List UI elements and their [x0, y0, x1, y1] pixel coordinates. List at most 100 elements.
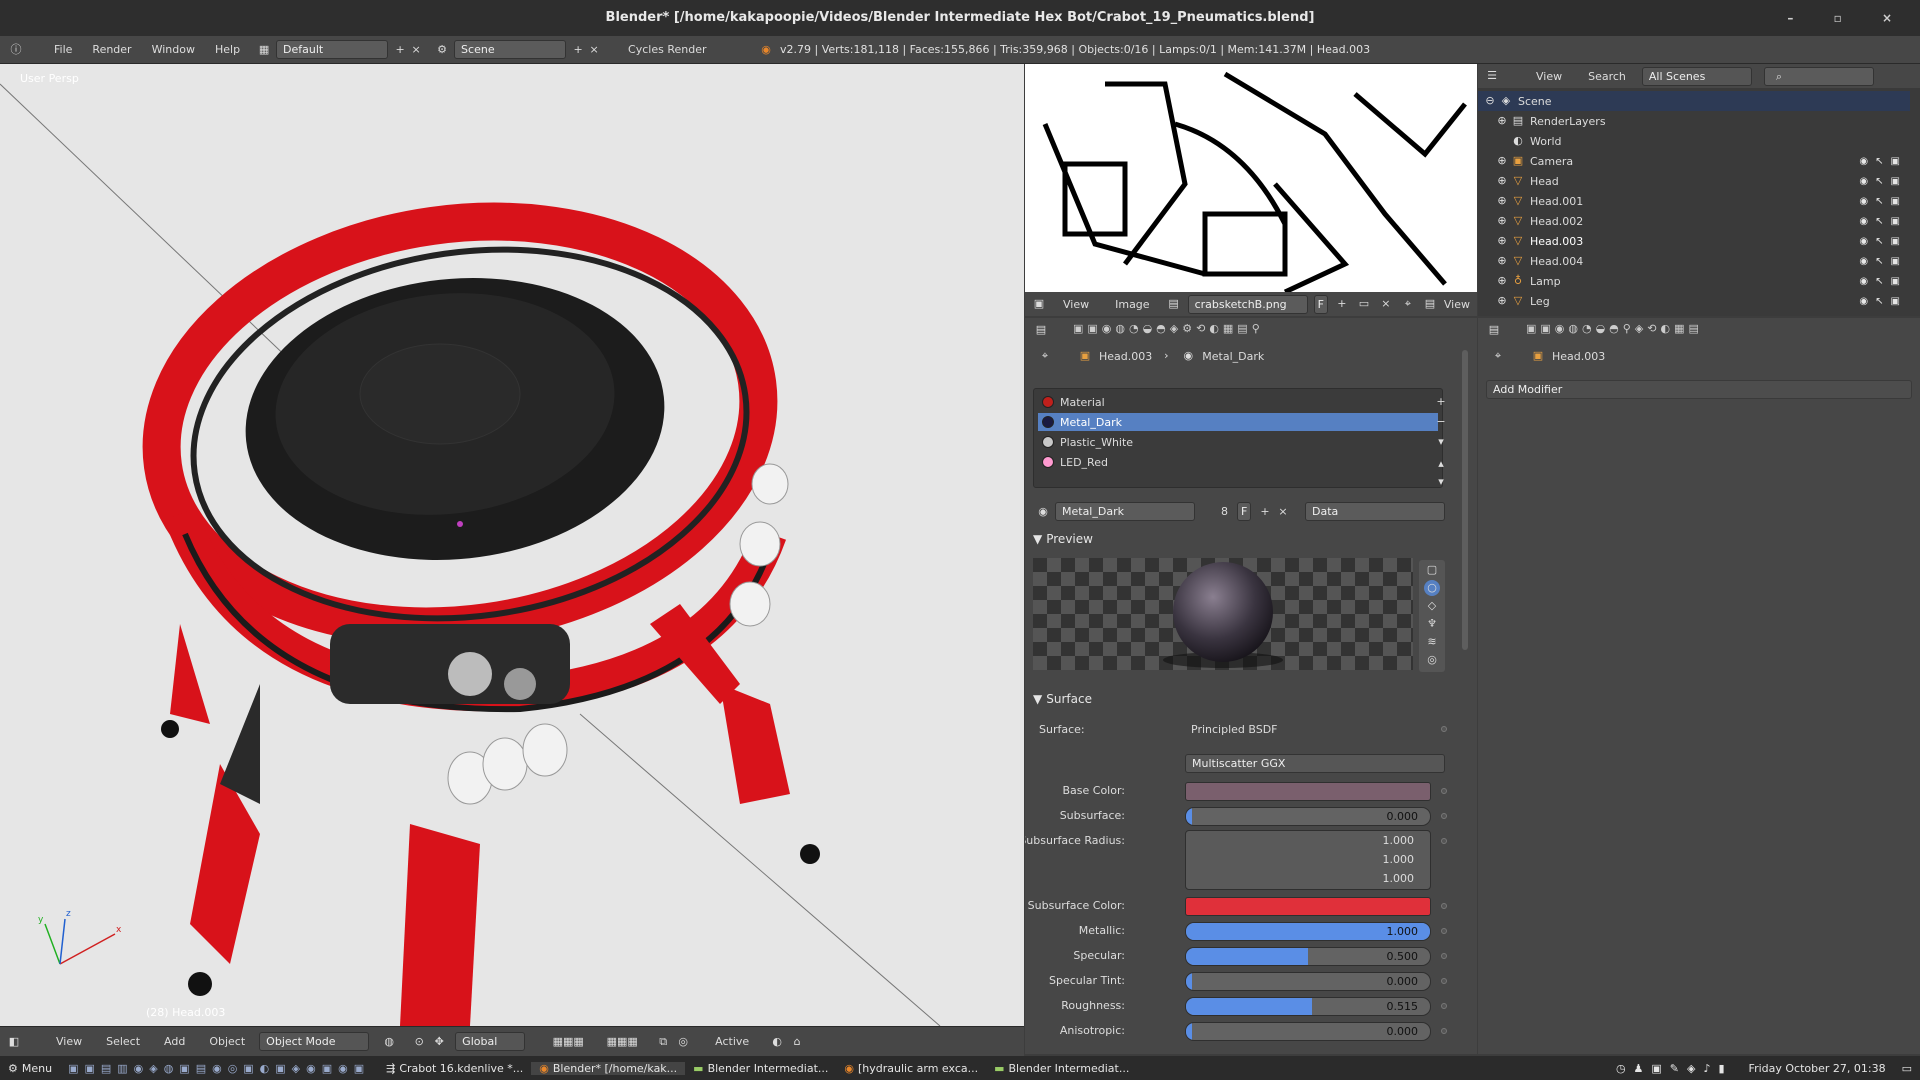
- material-name-field[interactable]: Metal_Dark: [1055, 502, 1195, 521]
- add-layout-icon[interactable]: +: [392, 42, 408, 58]
- quick-launch-icons[interactable]: ▣▣▤▥◉◈◍▣▤◉◎▣◐▣◈◉▣◉▣: [60, 1062, 378, 1075]
- mode-select[interactable]: Object Mode: [259, 1032, 370, 1051]
- preview-monkey-icon[interactable]: ♆: [1424, 616, 1440, 632]
- visibility-eye-icon[interactable]: ◉: [1859, 196, 1868, 207]
- expand-icon[interactable]: ⊕: [1494, 213, 1510, 229]
- radius-z-field[interactable]: 1.000: [1383, 872, 1415, 885]
- 3d-viewport[interactable]: User Persp x y z (28) Head.003: [0, 64, 1024, 1026]
- add-scene-icon[interactable]: +: [570, 42, 586, 58]
- viewport-menu-view[interactable]: View: [46, 1035, 92, 1048]
- add-modifier-button[interactable]: Add Modifier: [1486, 380, 1912, 399]
- expand-icon[interactable]: ⊕: [1494, 293, 1510, 309]
- layers-grid2-icon[interactable]: ▦▦▦: [597, 1034, 647, 1050]
- socket-dot-icon[interactable]: [1441, 928, 1447, 934]
- layers-grid-icon[interactable]: ▦▦▦: [543, 1034, 593, 1050]
- socket-dot-icon[interactable]: [1441, 1028, 1447, 1034]
- image-editor-type-icon[interactable]: ▣: [1031, 296, 1047, 312]
- close-button[interactable]: ×: [1882, 11, 1910, 25]
- surface-panel-header[interactable]: ▼ Surface: [1033, 688, 1457, 710]
- image-name-field[interactable]: crabsketchB.png: [1187, 294, 1308, 314]
- outliner-row-head-003[interactable]: ⊕ ▽ Head.003 ◉ ↖ ▣: [1478, 231, 1910, 251]
- pin-icon[interactable]: ⌖: [1037, 348, 1053, 364]
- expand-icon[interactable]: ⊕: [1494, 253, 1510, 269]
- visibility-eye-icon[interactable]: ◉: [1859, 256, 1868, 267]
- visibility-eye-icon[interactable]: ◉: [1859, 296, 1868, 307]
- remove-layout-icon[interactable]: ×: [408, 42, 424, 58]
- viewport-menu-object[interactable]: Object: [199, 1035, 255, 1048]
- visibility-eye-icon[interactable]: ◉: [1859, 236, 1868, 247]
- outliner-row-head-002[interactable]: ⊕ ▽ Head.002 ◉ ↖ ▣: [1478, 211, 1910, 231]
- properties-scrollbar[interactable]: [1462, 350, 1468, 650]
- material-new-icon[interactable]: +: [1257, 504, 1273, 520]
- roughness-slider[interactable]: 0.515: [1185, 997, 1431, 1016]
- preview-hair-icon[interactable]: ≋: [1424, 634, 1440, 650]
- outliner-row-camera[interactable]: ⊕ ▣ Camera ◉ ↖ ▣: [1478, 151, 1910, 171]
- expand-icon[interactable]: ⊕: [1494, 193, 1510, 209]
- image-view-label[interactable]: View: [1444, 298, 1470, 311]
- select-cursor-icon[interactable]: ↖: [1875, 256, 1883, 267]
- taskbar-item-folder2[interactable]: ▬ Blender Intermediat...: [986, 1062, 1137, 1075]
- select-cursor-icon[interactable]: ↖: [1875, 236, 1883, 247]
- render-preview-icon[interactable]: ◐: [769, 1034, 785, 1050]
- menu-help[interactable]: Help: [205, 43, 250, 56]
- socket-dot-icon[interactable]: [1441, 838, 1447, 844]
- scene-field[interactable]: Scene: [454, 40, 567, 59]
- preview-panel-header[interactable]: ▼ Preview: [1033, 528, 1457, 550]
- remove-scene-icon[interactable]: ×: [586, 42, 602, 58]
- outliner-row-scene[interactable]: ⊖ ◈ Scene: [1478, 91, 1910, 111]
- select-cursor-icon[interactable]: ↖: [1875, 196, 1883, 207]
- socket-dot-icon[interactable]: [1441, 813, 1447, 819]
- visibility-eye-icon[interactable]: ◉: [1859, 176, 1868, 187]
- minimize-button[interactable]: –: [1787, 11, 1811, 25]
- socket-dot-icon[interactable]: [1441, 1003, 1447, 1009]
- visibility-eye-icon[interactable]: ◉: [1859, 216, 1868, 227]
- move-down-icon[interactable]: ▾: [1433, 474, 1449, 490]
- outliner-row-world[interactable]: ◐ World: [1478, 131, 1910, 151]
- select-cursor-icon[interactable]: ↖: [1875, 276, 1883, 287]
- slot-menu-icon[interactable]: ▾: [1433, 434, 1449, 450]
- material-users-count[interactable]: 8: [1221, 505, 1228, 518]
- image-view-mode-icon[interactable]: ▤: [1422, 296, 1438, 312]
- outliner-row-head[interactable]: ⊕ ▽ Head ◉ ↖ ▣: [1478, 171, 1910, 191]
- image-browse-icon[interactable]: ▤: [1166, 296, 1182, 312]
- image-pin-icon[interactable]: ⌖: [1400, 296, 1416, 312]
- socket-dot-icon[interactable]: [1441, 726, 1447, 732]
- outliner-display-mode[interactable]: All Scenes: [1641, 66, 1752, 86]
- render-camera-icon[interactable]: ▣: [1891, 196, 1900, 207]
- subsurface-color-swatch[interactable]: [1185, 897, 1431, 916]
- render-camera-icon[interactable]: ▣: [1891, 296, 1900, 307]
- manipulator-icon[interactable]: ✥: [431, 1034, 447, 1050]
- menu-render[interactable]: Render: [82, 43, 141, 56]
- distribution-select[interactable]: Multiscatter GGX: [1185, 754, 1445, 773]
- move-up-icon[interactable]: ▴: [1433, 456, 1449, 472]
- image-menu-image[interactable]: Image: [1105, 298, 1159, 311]
- radius-y-field[interactable]: 1.000: [1383, 853, 1415, 866]
- taskbar-item-kdenlive[interactable]: ⇶ Crabot 16.kdenlive *...: [378, 1062, 531, 1075]
- outliner-row-head-001[interactable]: ⊕ ▽ Head.001 ◉ ↖ ▣: [1478, 191, 1910, 211]
- maximize-button[interactable]: ▫: [1834, 11, 1860, 25]
- expand-icon[interactable]: ⊖: [1482, 93, 1498, 109]
- material-unlink-icon[interactable]: ×: [1275, 504, 1291, 520]
- surface-shader-select[interactable]: Principled BSDF: [1191, 723, 1278, 736]
- image-editor-canvas[interactable]: [1025, 64, 1477, 292]
- expand-icon[interactable]: ⊕: [1494, 273, 1510, 289]
- image-fake-user-button[interactable]: F: [1313, 294, 1328, 314]
- expand-icon[interactable]: ⊕: [1494, 173, 1510, 189]
- expand-icon[interactable]: ⊕: [1494, 233, 1510, 249]
- preview-cube-icon[interactable]: ◇: [1424, 598, 1440, 614]
- socket-dot-icon[interactable]: [1441, 788, 1447, 794]
- render-camera-icon[interactable]: ▣: [1891, 156, 1900, 167]
- viewport-menu-select[interactable]: Select: [96, 1035, 150, 1048]
- render-camera-icon[interactable]: ▣: [1891, 216, 1900, 227]
- outliner-row-leg[interactable]: ⊕ ▽ Leg ◉ ↖ ▣: [1478, 291, 1910, 311]
- radius-x-field[interactable]: 1.000: [1383, 834, 1415, 847]
- tray-icons[interactable]: ◷♟▣✎◈♪▮: [1608, 1062, 1741, 1075]
- remove-slot-icon[interactable]: −: [1433, 414, 1449, 430]
- outliner-row-lamp[interactable]: ⊕ ♁ Lamp ◉ ↖ ▣: [1478, 271, 1910, 291]
- preview-world-icon[interactable]: ◎: [1424, 652, 1440, 668]
- screen-layout-field[interactable]: Default: [276, 40, 389, 59]
- properties-type-icon[interactable]: ▤: [1033, 322, 1049, 338]
- render-engine-select[interactable]: Cycles Render: [628, 43, 728, 56]
- socket-dot-icon[interactable]: [1441, 953, 1447, 959]
- info-editor-icon[interactable]: ⓘ: [8, 42, 24, 58]
